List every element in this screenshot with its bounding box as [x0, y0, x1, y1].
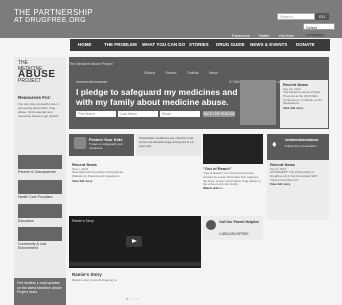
- nav-item-what-you-can-do[interactable]: WHAT YOU CAN DO: [142, 42, 185, 47]
- view-full-story-link[interactable]: View full story: [72, 179, 131, 183]
- nav-item-stories[interactable]: STORIES: [189, 42, 209, 47]
- logo-project: PROJECT: [18, 78, 42, 84]
- watch-video-link[interactable]: Watch video >: [203, 186, 223, 190]
- recent-news-top: Recent News Sep 21, 2013 The Medicine Ab…: [280, 80, 328, 128]
- social-link-twitter[interactable]: Twitter: [258, 33, 270, 38]
- family-photo: [240, 80, 276, 125]
- play-button-icon[interactable]: [126, 236, 142, 247]
- video-caption: Ramie's Story: [72, 272, 102, 277]
- nav-item-home[interactable]: HOME: [78, 42, 92, 47]
- recent-news-text: The Medicine Abuse Project Presents at t…: [283, 90, 322, 106]
- hashtag[interactable]: #endmedicineabuse: [76, 80, 107, 84]
- twitter-hashtag: #endmedicineabuse: [285, 138, 319, 142]
- out-of-reach-text: "Out of Reach" is a short documentary cr…: [203, 171, 261, 187]
- recent-news-text: STATEMENT: The Partnership at Drugfree.o…: [270, 170, 318, 182]
- recent-news-right: Recent News Sep 9, 2013 STATEMENT: The P…: [267, 160, 329, 220]
- sidebar: THE MEDICINE ABUSE PROJECT Resources For…: [14, 57, 66, 305]
- tab-toolkits[interactable]: Toolkits: [187, 71, 199, 75]
- tab-default[interactable]: Default: [144, 71, 155, 75]
- nav-item-the-problem[interactable]: THE PROBLEM: [104, 42, 137, 47]
- social-link-youtube[interactable]: YouTube: [278, 33, 294, 38]
- language-select[interactable]: Select Language: [303, 23, 335, 37]
- page-frame: THE PARTNERSHIP AT DRUGFREE.ORG Search G…: [0, 0, 342, 305]
- take-pledge-button[interactable]: TAKE THE PLEDGE: [203, 111, 235, 117]
- email-field[interactable]: Email: [160, 111, 200, 117]
- email-signup-banner[interactable]: Get monthly e-mail updates on the latest…: [14, 278, 66, 305]
- site-logo[interactable]: THE PARTNERSHIP AT DRUGFREE.ORG: [14, 9, 93, 25]
- twitter-subtitle: Follow the conversation: [285, 144, 317, 148]
- thumb-providers[interactable]: [18, 180, 62, 194]
- thumb-community[interactable]: [18, 227, 62, 241]
- logo-line-1: THE PARTNERSHIP: [14, 8, 93, 17]
- phone-icon: [206, 220, 216, 230]
- resources-text: You can play a powerful role in preventi…: [18, 102, 60, 118]
- nav-item-donate[interactable]: DONATE: [296, 42, 315, 47]
- thumb-parents[interactable]: [18, 155, 62, 169]
- social-link-facebook[interactable]: Facebook: [232, 33, 250, 38]
- site-header: THE PARTNERSHIP AT DRUGFREE.ORG Search G…: [0, 0, 342, 38]
- recent-news-left: Recent News Sep 1, 2013 New National Pre…: [69, 160, 134, 198]
- resources-title: Resources For:: [18, 95, 52, 100]
- view-full-story-link[interactable]: View full story: [270, 182, 326, 186]
- video-subtitle: Ramie's story is worth listening to.: [72, 278, 118, 282]
- first-name-field[interactable]: First Name: [76, 111, 116, 117]
- pledge-text: I pledge to safeguard my medicines and t…: [76, 87, 265, 107]
- tab-stories[interactable]: Stories: [166, 71, 177, 75]
- recent-news-text: New National Prescription Drug Abuse Web…: [72, 170, 124, 178]
- logo-line-2: AT DRUGFREE.ORG: [14, 17, 86, 24]
- nav-item-news-events[interactable]: NEWS & EVENTS: [250, 42, 287, 47]
- medicine-abuse-project-logo[interactable]: THE MEDICINE ABUSE PROJECT: [18, 60, 63, 90]
- nav-item-drug-guide[interactable]: DRUG GUIDE: [216, 42, 245, 47]
- video-title: Ramie's Story: [72, 219, 94, 223]
- helpline-number[interactable]: 1-855-DRUGFREE: [219, 232, 249, 236]
- protect-kids-text: 5 steps to safeguard your medicines.: [89, 142, 123, 150]
- sidebar-link-parents[interactable]: Parents & Grandparents: [18, 170, 64, 174]
- pill-bottle-icon: [74, 137, 86, 149]
- helpline-title: Call Our Parent Helpline: [219, 220, 260, 224]
- carousel-dots[interactable]: ●○○○: [126, 296, 140, 301]
- twitter-bird-icon: ♦: [272, 139, 277, 149]
- sidebar-link-educators[interactable]: Educators: [18, 219, 64, 223]
- main-nav: HOME THE PROBLEM WHAT YOU CAN DO STORIES…: [70, 39, 330, 51]
- last-name-field[interactable]: Last Name: [118, 111, 158, 117]
- tab-news[interactable]: News: [209, 71, 218, 75]
- hero-tabs: Default Stories Toolkits News: [144, 61, 224, 79]
- breadcrumb[interactable]: The Medicine Abuse Project: [69, 62, 113, 66]
- search-button[interactable]: GO: [315, 13, 329, 20]
- search-input[interactable]: Search: [277, 13, 315, 20]
- stat-text: Prescription medicines are now the most …: [139, 136, 194, 148]
- thumb-educators[interactable]: [18, 204, 62, 218]
- out-of-reach-video-thumb[interactable]: [203, 134, 263, 164]
- sidebar-link-providers[interactable]: Health Care Providers: [18, 195, 64, 199]
- view-full-story-link[interactable]: View full story: [283, 106, 325, 110]
- sidebar-link-community[interactable]: Community & Law Enforcement: [18, 242, 64, 250]
- video-control-bar[interactable]: [69, 262, 201, 266]
